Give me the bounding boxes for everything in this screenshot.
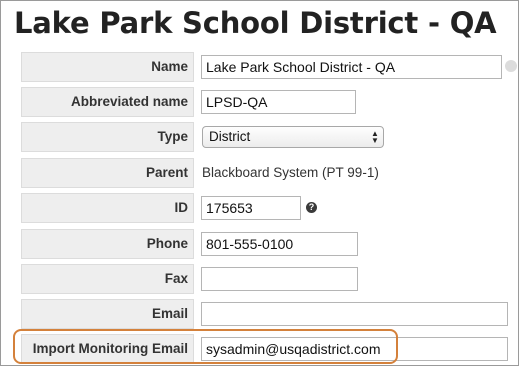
name-label: Name bbox=[21, 52, 194, 82]
abbreviated-name-label: Abbreviated name bbox=[21, 87, 194, 117]
id-input[interactable]: 175653 bbox=[201, 196, 301, 220]
fax-input[interactable] bbox=[201, 267, 358, 291]
row-abbreviated-name: Abbreviated name LPSD-QA bbox=[0, 86, 519, 118]
phone-label: Phone bbox=[21, 229, 194, 259]
row-name: Name Lake Park School District - QA bbox=[0, 51, 519, 83]
parent-label: Parent bbox=[21, 158, 194, 188]
row-phone: Phone 801-555-0100 bbox=[0, 228, 519, 260]
row-fax: Fax bbox=[0, 263, 519, 295]
fax-label: Fax bbox=[21, 264, 194, 294]
row-id: ID 175653 ? bbox=[0, 192, 519, 224]
row-type: Type District ▲ ▼ bbox=[0, 121, 519, 153]
question-circle-icon[interactable]: ? bbox=[306, 202, 317, 213]
email-input[interactable] bbox=[201, 302, 508, 326]
page-title: Lake Park School District - QA bbox=[14, 6, 497, 40]
abbreviated-name-input[interactable]: LPSD-QA bbox=[201, 90, 356, 114]
email-label: Email bbox=[21, 299, 194, 329]
select-arrows-icon: ▲ ▼ bbox=[371, 129, 379, 145]
id-label: ID bbox=[21, 193, 194, 223]
type-selected-value: District bbox=[209, 129, 251, 144]
type-label: Type bbox=[21, 122, 194, 152]
highlight-callout bbox=[13, 329, 398, 364]
phone-input[interactable]: 801-555-0100 bbox=[201, 232, 358, 256]
row-email: Email bbox=[0, 298, 519, 330]
row-parent: Parent Blackboard System (PT 99-1) bbox=[0, 157, 519, 189]
type-select[interactable]: District ▲ ▼ bbox=[202, 126, 384, 148]
parent-value: Blackboard System (PT 99-1) bbox=[202, 165, 379, 180]
name-input[interactable]: Lake Park School District - QA bbox=[201, 55, 502, 79]
